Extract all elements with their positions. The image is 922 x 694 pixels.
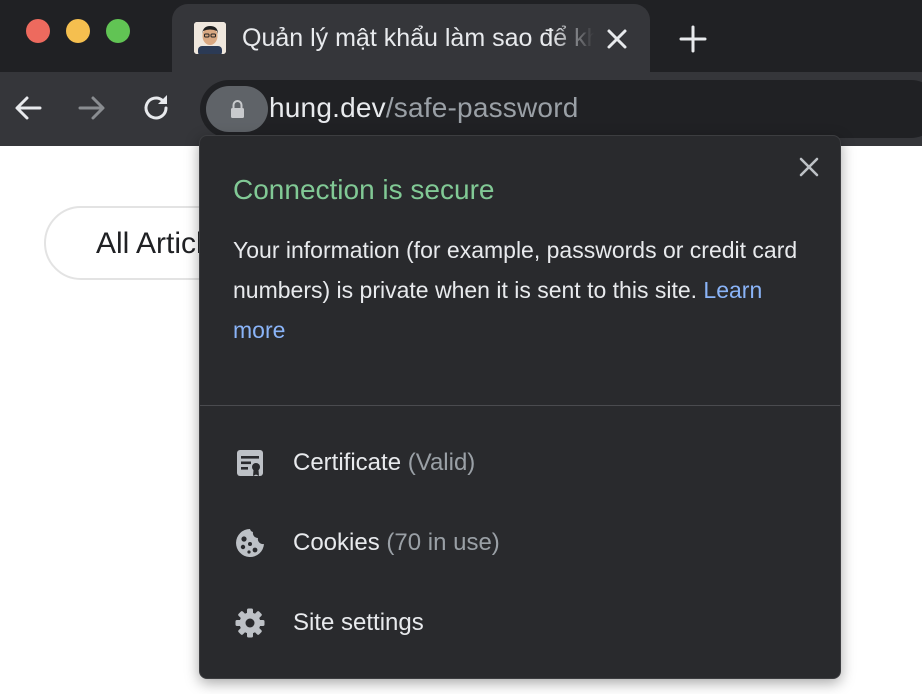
site-settings-row[interactable]: Site settings — [200, 587, 840, 659]
cookies-label-text: Cookies — [293, 529, 380, 556]
popup-title: Connection is secure — [233, 174, 495, 205]
tab-strip: Quản lý mật khẩu làm sao để khỏi quên — [0, 0, 922, 74]
cookie-icon — [234, 527, 266, 559]
certificate-label: Certificate (Valid) — [293, 449, 475, 477]
arrow-right-icon[interactable] — [76, 92, 108, 124]
url-path: /safe-password — [385, 92, 579, 123]
site-settings-label-text: Site settings — [293, 609, 424, 636]
arrow-left-icon[interactable] — [12, 92, 44, 124]
cookies-count: (70 in use) — [386, 529, 500, 556]
site-info-popup: Connection is secure Your information (f… — [199, 135, 841, 679]
close-window-button[interactable] — [26, 19, 50, 43]
popup-description: Your information (for example, passwords… — [233, 230, 813, 350]
zoom-window-button[interactable] — [106, 19, 130, 43]
popup-divider — [200, 405, 840, 406]
site-info-button[interactable] — [206, 86, 268, 132]
new-tab-plus-icon[interactable] — [678, 24, 708, 54]
tab-title: Quản lý mật khẩu làm sao để khỏi quên — [242, 24, 594, 52]
address-bar[interactable]: hung.dev/safe-password — [200, 80, 922, 138]
certificate-status: (Valid) — [407, 449, 476, 476]
minimize-window-button[interactable] — [66, 19, 90, 43]
cookies-row[interactable]: Cookies (70 in use) — [200, 507, 840, 579]
gear-icon — [234, 607, 266, 639]
url-host: hung.dev — [269, 92, 386, 123]
cookies-label: Cookies (70 in use) — [293, 529, 500, 557]
site-settings-label: Site settings — [293, 609, 424, 637]
certificate-label-text: Certificate — [293, 449, 402, 476]
close-tab-icon[interactable] — [604, 26, 630, 52]
avatar-favicon-icon — [194, 22, 226, 54]
close-icon[interactable] — [796, 154, 822, 180]
active-tab[interactable]: Quản lý mật khẩu làm sao để khỏi quên — [172, 4, 650, 74]
url-text[interactable]: hung.dev/safe-password — [269, 92, 579, 124]
certificate-row[interactable]: Certificate (Valid) — [200, 427, 840, 499]
certificate-icon — [234, 447, 266, 479]
lock-icon — [231, 100, 244, 118]
reload-icon[interactable] — [140, 92, 172, 124]
